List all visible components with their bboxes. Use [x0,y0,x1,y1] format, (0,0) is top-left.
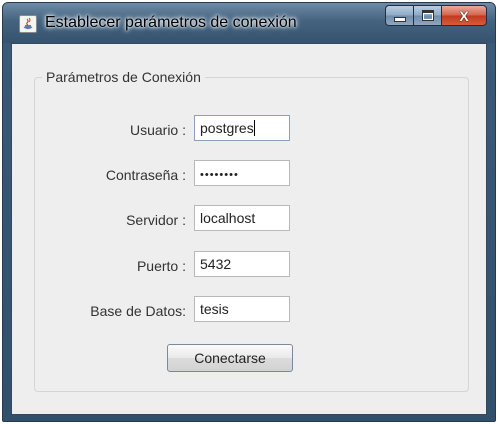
database-label: Base de Datos: [90,303,186,319]
close-icon: X [459,7,469,24]
title-bar[interactable]: Establecer parámetros de conexión X [3,3,495,43]
connect-button[interactable]: Conectarse [167,344,293,372]
group-legend: Parámetros de Conexión [42,69,205,85]
close-button[interactable]: X [441,5,487,26]
password-field-value: •••••••• [200,169,239,181]
window-controls: X [385,5,487,26]
password-label: Contraseña : [105,167,186,183]
server-field[interactable]: localhost [194,205,290,231]
server-field-value: localhost [200,210,256,226]
maximize-button[interactable] [413,5,441,26]
user-field[interactable]: postgres [194,115,290,141]
dialog-content: Parámetros de Conexión Usuario : postgre… [11,43,487,415]
server-label: Servidor : [126,212,186,228]
text-caret [253,120,255,136]
minimize-button[interactable] [385,5,413,26]
port-label: Puerto : [136,258,186,274]
database-field-value: tesis [200,301,229,317]
database-field[interactable]: tesis [194,296,290,322]
window-title: Establecer parámetros de conexión [45,14,297,31]
java-app-icon [19,15,37,33]
user-label: Usuario : [129,122,186,138]
minimize-icon [393,17,406,22]
user-field-value: postgres [200,120,254,136]
port-field-value: 5432 [200,256,232,272]
port-field[interactable]: 5432 [194,251,290,277]
maximize-icon [421,10,434,21]
dialog-window: Establecer parámetros de conexión X Pará… [2,2,496,422]
password-field[interactable]: •••••••• [194,160,290,186]
